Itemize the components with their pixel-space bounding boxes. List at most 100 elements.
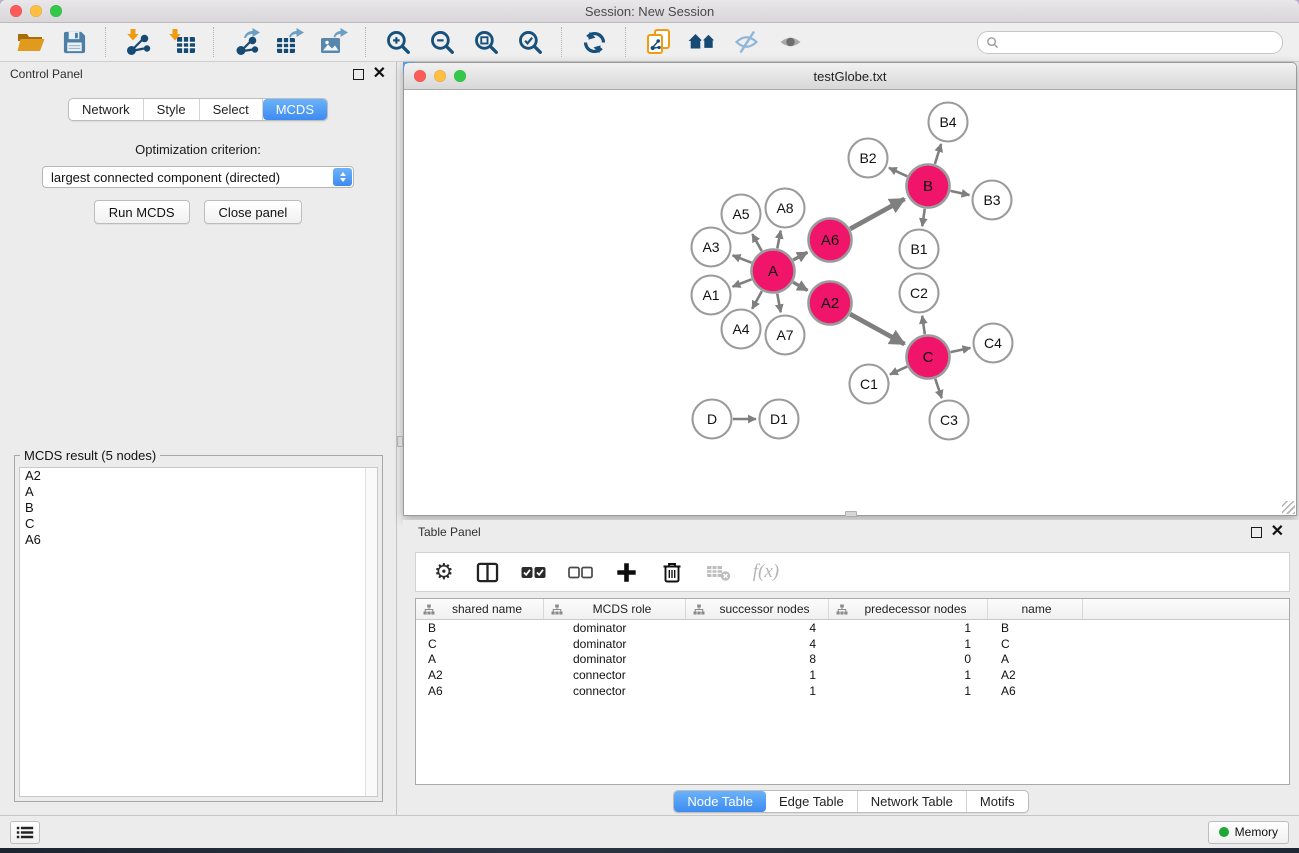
graph-edge-C-C4[interactable] bbox=[950, 348, 970, 352]
show-column-panel-button[interactable] bbox=[476, 562, 499, 583]
graph-node-B[interactable]: B bbox=[907, 165, 950, 208]
zoom-selected-button[interactable] bbox=[508, 25, 552, 59]
select-all-button[interactable] bbox=[521, 566, 546, 579]
network-view-window[interactable]: testGlobe.txt A A6 A2 A5A8 A3 A1A4A7 B B2 B4B3 B1… bbox=[403, 62, 1297, 516]
graph-node-A[interactable]: A bbox=[752, 250, 795, 293]
tab-node-table[interactable]: Node Table bbox=[674, 791, 766, 812]
mcds-result-item[interactable]: A2 bbox=[20, 468, 377, 484]
open-file-button[interactable] bbox=[8, 25, 52, 59]
mcds-result-item[interactable]: C bbox=[20, 516, 377, 532]
criterion-dropdown[interactable]: largest connected component (directed) bbox=[42, 166, 354, 188]
mcds-list-scrollbar[interactable] bbox=[365, 468, 377, 796]
run-mcds-button[interactable]: Run MCDS bbox=[94, 200, 190, 224]
mcds-result-item[interactable]: A bbox=[20, 484, 377, 500]
graph-edge-C-C2[interactable] bbox=[922, 316, 925, 334]
graph-node-A3[interactable]: A3 bbox=[692, 228, 731, 267]
window-resize-grip[interactable] bbox=[1282, 501, 1295, 514]
graph-edge-A-A3[interactable] bbox=[733, 255, 752, 262]
vertical-divider-handle[interactable] bbox=[397, 436, 403, 447]
show-all-button[interactable] bbox=[768, 25, 812, 59]
graph-edge-B-B2[interactable] bbox=[889, 168, 907, 177]
graph-node-B2[interactable]: B2 bbox=[849, 139, 888, 178]
tab-network-table[interactable]: Network Table bbox=[858, 791, 967, 812]
graph-edge-A-A1[interactable] bbox=[733, 279, 752, 286]
graph-node-C3[interactable]: C3 bbox=[930, 401, 969, 440]
graph-edge-C-C1[interactable] bbox=[890, 367, 907, 375]
network-graph[interactable]: AA6A2A5A8A3A1A4A7BB2B4B3B1CC2C4C1C3DD1 bbox=[405, 90, 1295, 514]
graph-edge-A-A6[interactable] bbox=[793, 252, 807, 260]
column-settings-button[interactable]: ⚙ bbox=[434, 561, 454, 583]
search-input[interactable] bbox=[1004, 34, 1282, 50]
import-table-file-button[interactable] bbox=[160, 25, 204, 59]
zoom-fit-button[interactable] bbox=[464, 25, 508, 59]
graph-edge-B-B1[interactable] bbox=[922, 209, 924, 226]
tab-mcds[interactable]: MCDS bbox=[263, 99, 327, 120]
table-row[interactable]: Adominator80A bbox=[416, 652, 1289, 668]
export-table-button[interactable] bbox=[268, 25, 312, 59]
create-column-button[interactable] bbox=[615, 561, 638, 584]
zoom-out-button[interactable] bbox=[420, 25, 464, 59]
column-header-successor-nodes[interactable]: successor nodes bbox=[686, 599, 829, 619]
delete-table-button[interactable] bbox=[706, 563, 731, 582]
delete-columns-button[interactable] bbox=[660, 560, 684, 584]
graph-edge-A-A5[interactable] bbox=[752, 234, 761, 251]
table-row[interactable]: A6connector11A6 bbox=[416, 683, 1289, 699]
graph-node-D1[interactable]: D1 bbox=[760, 400, 799, 439]
graph-node-A4[interactable]: A4 bbox=[722, 310, 761, 349]
tab-select[interactable]: Select bbox=[200, 99, 263, 120]
graph-node-B1[interactable]: B1 bbox=[900, 230, 939, 269]
graph-edge-B-B4[interactable] bbox=[935, 144, 941, 164]
horizontal-divider-handle[interactable] bbox=[845, 511, 857, 517]
window-titlebar[interactable]: Session: New Session bbox=[0, 0, 1299, 23]
graph-edge-C-C3[interactable] bbox=[935, 379, 941, 398]
graph-edge-A-A2[interactable] bbox=[793, 282, 808, 290]
column-header-mcds-role[interactable]: MCDS role bbox=[544, 599, 686, 619]
close-table-panel-icon[interactable]: ✕ bbox=[1271, 527, 1284, 537]
graph-edge-A-A7[interactable] bbox=[777, 294, 781, 313]
table-row[interactable]: Bdominator41B bbox=[416, 620, 1289, 636]
import-network-file-button[interactable] bbox=[116, 25, 160, 59]
graph-node-A2[interactable]: A2 bbox=[809, 282, 852, 325]
graph-node-A8[interactable]: A8 bbox=[766, 189, 805, 228]
table-row[interactable]: Cdominator41C bbox=[416, 636, 1289, 652]
show-panels-button[interactable] bbox=[10, 821, 40, 844]
graph-node-A7[interactable]: A7 bbox=[766, 316, 805, 355]
graph-edge-A6-B[interactable] bbox=[850, 199, 904, 229]
export-network-button[interactable] bbox=[224, 25, 268, 59]
graph-edge-A-A8[interactable] bbox=[777, 231, 780, 249]
graph-node-C2[interactable]: C2 bbox=[900, 274, 939, 313]
function-builder-button[interactable]: f(x) bbox=[753, 561, 779, 583]
network-canvas[interactable]: AA6A2A5A8A3A1A4A7BB2B4B3B1CC2C4C1C3DD1 bbox=[405, 90, 1295, 514]
graph-node-A5[interactable]: A5 bbox=[722, 195, 761, 234]
export-image-button[interactable] bbox=[312, 25, 356, 59]
network-window-titlebar[interactable]: testGlobe.txt bbox=[404, 63, 1296, 90]
first-neighbors-button[interactable] bbox=[680, 25, 724, 59]
column-header-shared-name[interactable]: shared name bbox=[416, 599, 544, 619]
tab-network[interactable]: Network bbox=[69, 99, 144, 120]
graph-node-D[interactable]: D bbox=[693, 400, 732, 439]
save-session-button[interactable] bbox=[52, 25, 96, 59]
table-row[interactable]: A2connector11A2 bbox=[416, 667, 1289, 683]
graph-node-A6[interactable]: A6 bbox=[809, 219, 852, 262]
memory-button[interactable]: Memory bbox=[1208, 821, 1289, 844]
float-panel-icon[interactable] bbox=[353, 69, 364, 80]
deselect-all-button[interactable] bbox=[568, 566, 593, 579]
search-field[interactable] bbox=[977, 31, 1283, 54]
graph-edge-B-B3[interactable] bbox=[950, 191, 969, 195]
graph-node-B4[interactable]: B4 bbox=[929, 103, 968, 142]
graph-node-A1[interactable]: A1 bbox=[692, 276, 731, 315]
graph-node-C4[interactable]: C4 bbox=[974, 324, 1013, 363]
float-table-panel-icon[interactable] bbox=[1251, 527, 1262, 538]
graph-node-C[interactable]: C bbox=[907, 336, 950, 379]
graph-edge-A2-C[interactable] bbox=[850, 314, 904, 344]
column-header-predecessor-nodes[interactable]: predecessor nodes bbox=[829, 599, 988, 619]
close-panel-button[interactable]: Close panel bbox=[204, 200, 303, 224]
tab-motifs[interactable]: Motifs bbox=[967, 791, 1028, 812]
hide-selected-button[interactable] bbox=[724, 25, 768, 59]
refresh-view-button[interactable] bbox=[572, 25, 616, 59]
graph-node-B3[interactable]: B3 bbox=[973, 181, 1012, 220]
zoom-in-button[interactable] bbox=[376, 25, 420, 59]
mcds-result-item[interactable]: A6 bbox=[20, 532, 377, 548]
tab-style[interactable]: Style bbox=[144, 99, 200, 120]
mcds-result-item[interactable]: B bbox=[20, 500, 377, 516]
